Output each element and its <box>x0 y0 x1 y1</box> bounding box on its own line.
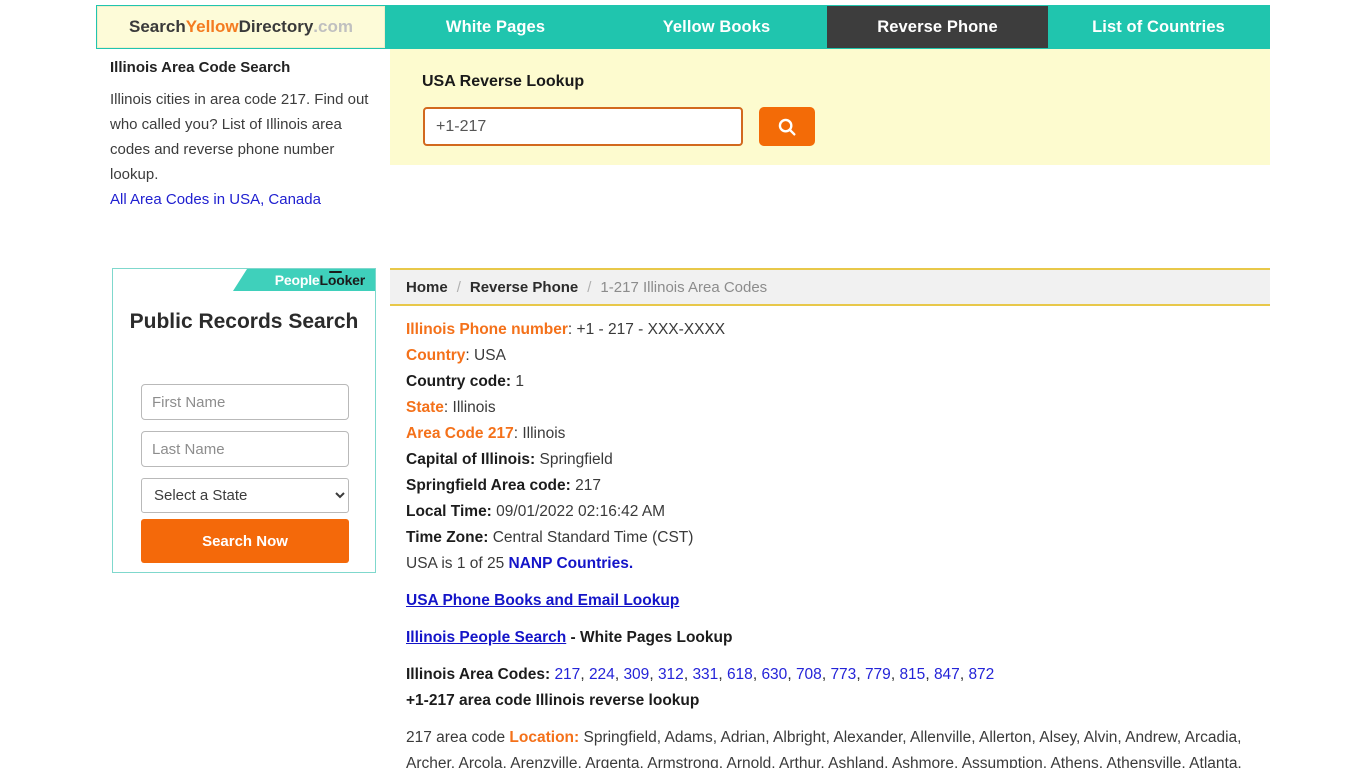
detail-capital-area-value: 217 <box>575 477 601 494</box>
people-records-widget: PeopleLooker Public Records Search Selec… <box>112 268 376 573</box>
detail-capital-value: Springfield <box>539 451 613 468</box>
location-cities-block: 217 area code Location: Springfield, Ada… <box>406 725 1251 768</box>
nav-item-white-pages[interactable]: White Pages <box>385 6 606 48</box>
location-label: Location: <box>509 729 580 746</box>
area-code-link-630[interactable]: 630 <box>761 666 787 683</box>
area-code-link-217[interactable]: 217 <box>554 666 580 683</box>
nav-item-yellow-books[interactable]: Yellow Books <box>606 6 827 48</box>
detail-capital-area-code: Springfield Area code: 217 <box>406 473 1270 499</box>
people-search-suffix: - White Pages Lookup <box>570 629 733 646</box>
area-code-link-618[interactable]: 618 <box>727 666 753 683</box>
detail-capital: Capital of Illinois: Springfield <box>406 447 1270 473</box>
area-code-link-331[interactable]: 331 <box>692 666 718 683</box>
nanp-countries-link[interactable]: NANP Countries. <box>509 555 634 572</box>
all-area-codes-link[interactable]: All Area Codes in USA, Canada <box>110 187 321 212</box>
detail-country-value: : USA <box>465 347 506 364</box>
detail-country: Country: USA <box>406 343 1270 369</box>
reverse-lookup-heading: +1-217 area code Illinois reverse lookup <box>406 688 1270 714</box>
area-code-link-773[interactable]: 773 <box>830 666 856 683</box>
detail-country-label: Country <box>406 347 466 364</box>
area-code-link-872[interactable]: 872 <box>968 666 994 683</box>
search-icon <box>776 116 798 138</box>
detail-state-label: State <box>406 399 444 416</box>
state-select[interactable]: Select a State <box>141 478 349 513</box>
detail-time-zone-value: Central Standard Time (CST) <box>492 529 694 546</box>
detail-area-code-label: Area Code 217 <box>406 425 514 442</box>
sidebar-intro: Illinois Area Code Search Illinois citie… <box>110 58 382 212</box>
search-now-button[interactable]: Search Now <box>141 519 349 563</box>
detail-capital-area-label: Springfield Area code: <box>406 477 571 494</box>
peoplelooker-logo: PeopleLooker <box>233 269 375 291</box>
sidebar-description: Illinois cities in area code 217. Find o… <box>110 90 369 183</box>
detail-local-time-label: Local Time: <box>406 503 492 520</box>
detail-country-code-label: Country code: <box>406 373 512 390</box>
last-name-input[interactable] <box>141 431 349 467</box>
detail-time-zone: Time Zone: Central Standard Time (CST) <box>406 525 1270 551</box>
area-code-link-815[interactable]: 815 <box>899 666 925 683</box>
detail-state: State: Illinois <box>406 395 1270 421</box>
reverse-lookup-heading-text: +1-217 area code Illinois reverse lookup <box>406 692 700 709</box>
detail-area-code-value: : Illinois <box>513 425 566 442</box>
page-root: Search Yellow Directory .com White Pages Ye… <box>0 0 1366 768</box>
detail-country-code-value: 1 <box>515 373 524 390</box>
people-search-row: Illinois People Search - White Pages Loo… <box>406 625 1270 651</box>
illinois-area-codes-row: Illinois Area Codes: 217, 224, 309, 312,… <box>406 662 1270 688</box>
illinois-people-search-link[interactable]: Illinois People Search <box>406 629 566 646</box>
first-name-input[interactable] <box>141 384 349 420</box>
detail-phone-label: Illinois Phone number <box>406 321 568 338</box>
detail-nanp: USA is 1 of 25 NANP Countries. <box>406 551 1270 577</box>
usa-phone-books-link[interactable]: USA Phone Books and Email Lookup <box>406 592 679 609</box>
area-code-link-309[interactable]: 309 <box>623 666 649 683</box>
widget-heading: Public Records Search <box>129 310 359 333</box>
detail-local-time: Local Time: 09/01/2022 02:16:42 AM <box>406 499 1270 525</box>
logo-text-looker-ker: ker <box>344 272 366 288</box>
logo-part-yellow: Yellow <box>185 17 239 36</box>
detail-time-zone-label: Time Zone: <box>406 529 489 546</box>
detail-country-code: Country code: 1 <box>406 369 1270 395</box>
area-code-link-847[interactable]: 847 <box>934 666 960 683</box>
logo-text-looker-oo: oo <box>327 271 345 288</box>
logo-part-com: .com <box>313 17 353 36</box>
reverse-lookup-title: USA Reverse Lookup <box>422 73 585 90</box>
details-list: Illinois Phone number: +1 - 217 - XXX-XX… <box>390 306 1270 768</box>
area-codes-list: 217, 224, 309, 312, 331, 618, 630, 708, … <box>554 666 995 683</box>
logo-part-directory: Directory <box>238 17 314 36</box>
area-code-link-779[interactable]: 779 <box>865 666 891 683</box>
detail-phone-value: : +1 - 217 - XXX-XXXX <box>567 321 726 338</box>
phone-books-row: USA Phone Books and Email Lookup <box>406 588 1270 614</box>
logo-text-people: People <box>274 272 320 288</box>
reverse-lookup-search-button[interactable] <box>759 107 815 146</box>
reverse-lookup-panel: USA Reverse Lookup <box>390 49 1270 165</box>
area-codes-label: Illinois Area Codes: <box>406 666 551 683</box>
main-content: Home / Reverse Phone / 1-217 Illinois Ar… <box>390 268 1270 768</box>
nanp-prefix-text: USA is 1 of 25 <box>406 555 505 572</box>
nav-item-reverse-phone[interactable]: Reverse Phone <box>827 6 1048 48</box>
logo-text-looker-l: L <box>319 272 329 288</box>
reverse-lookup-input[interactable] <box>423 107 743 146</box>
detail-phone-number: Illinois Phone number: +1 - 217 - XXX-XX… <box>406 317 1270 343</box>
detail-state-value: : Illinois <box>443 399 496 416</box>
sidebar-title: Illinois Area Code Search <box>110 59 291 76</box>
area-code-link-224[interactable]: 224 <box>589 666 615 683</box>
breadcrumb-separator-1: / <box>456 278 461 296</box>
breadcrumb-reverse-phone[interactable]: Reverse Phone <box>470 279 578 296</box>
area-code-link-708[interactable]: 708 <box>796 666 822 683</box>
breadcrumb-separator-2: / <box>587 278 592 296</box>
breadcrumb: Home / Reverse Phone / 1-217 Illinois Ar… <box>390 268 1270 306</box>
breadcrumb-current: 1-217 Illinois Area Codes <box>600 278 768 296</box>
detail-area-code: Area Code 217: Illinois <box>406 421 1270 447</box>
main-navigation: Search Yellow Directory .com White Pages Ye… <box>96 5 1270 49</box>
site-logo[interactable]: Search Yellow Directory .com <box>97 6 385 48</box>
breadcrumb-home[interactable]: Home <box>406 279 448 296</box>
detail-local-time-value: 09/01/2022 02:16:42 AM <box>496 503 666 520</box>
area-code-link-312[interactable]: 312 <box>658 666 684 683</box>
detail-capital-label: Capital of Illinois: <box>406 451 536 468</box>
nav-item-list-of-countries[interactable]: List of Countries <box>1048 6 1269 48</box>
logo-part-search: Search <box>129 17 186 36</box>
location-prefix: 217 area code <box>406 729 506 746</box>
